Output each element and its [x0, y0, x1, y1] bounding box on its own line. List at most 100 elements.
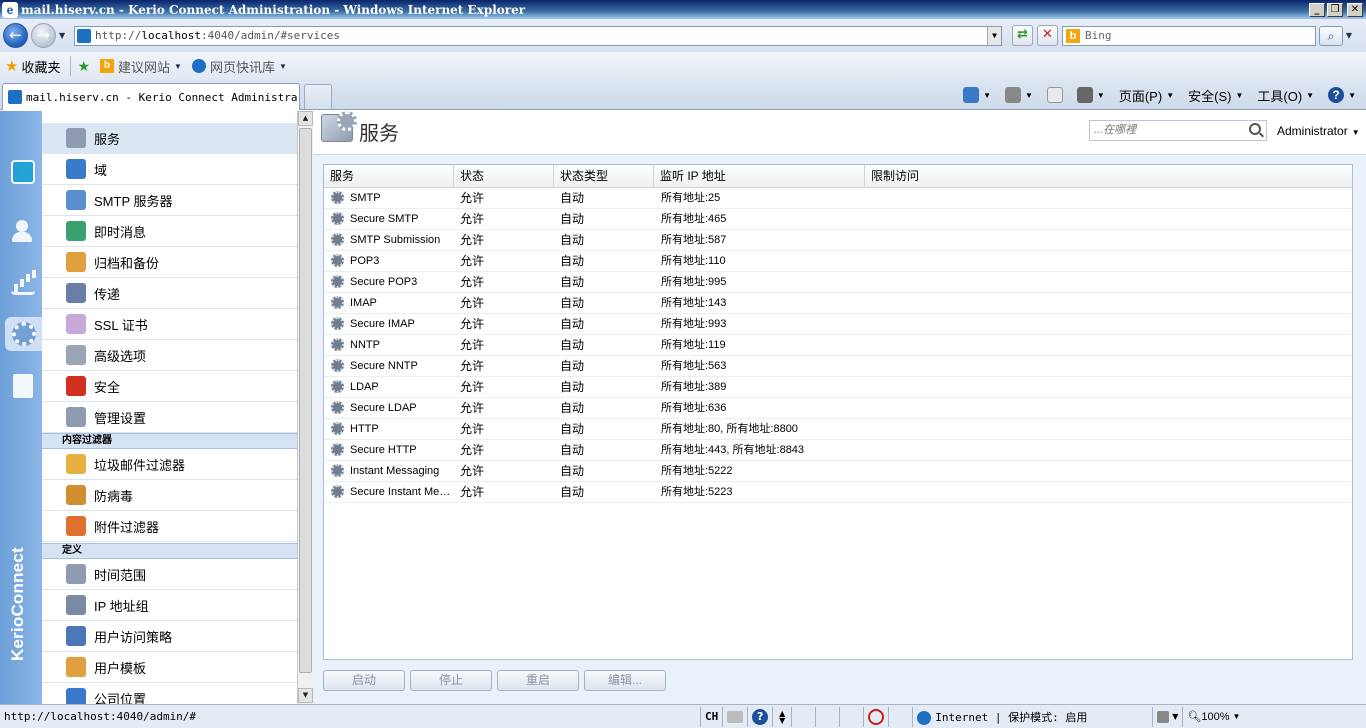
search-options-dropdown-icon[interactable]: ▼ [1343, 31, 1355, 40]
table-row[interactable]: POP3 允许 自动 所有地址:110 [324, 251, 1352, 272]
input-help-icon[interactable]: ? [747, 706, 772, 727]
search-button[interactable]: ⌕ [1319, 25, 1343, 46]
language-indicator[interactable]: CH [700, 706, 722, 727]
scroll-up-arrow-icon[interactable]: ▲ [298, 111, 313, 126]
table-row[interactable]: IMAP 允许 自动 所有地址:143 [324, 293, 1352, 314]
address-dropdown-icon[interactable]: ▼ [987, 26, 1001, 45]
close-window-button[interactable]: ✕ [1347, 2, 1363, 17]
rail-users[interactable] [6, 214, 40, 248]
home-button[interactable]: ▼ [963, 87, 991, 103]
nav-item-user-access-policy[interactable]: 用户访问策略 [42, 621, 297, 652]
nav-item-delivery[interactable]: 传递 [42, 278, 297, 309]
page-menu[interactable]: 页面(P) ▼ [1119, 86, 1174, 105]
table-row[interactable]: Secure Instant Messaging 允许 自动 所有地址:5223 [324, 482, 1352, 503]
forward-button[interactable]: → [31, 23, 56, 48]
zoom-control[interactable]: 🔍︎ 100% ▼ [1182, 706, 1244, 727]
nav-item-company-locations[interactable]: 公司位置 [42, 683, 297, 704]
table-row[interactable]: Instant Messaging 允许 自动 所有地址:5222 [324, 461, 1352, 482]
table-row[interactable]: Secure HTTP 允许 自动 所有地址:443, 所有地址:8843 [324, 440, 1352, 461]
protected-mode-icon[interactable]: ▼ [1152, 706, 1182, 727]
find-input[interactable]: ...在哪裡 [1089, 120, 1267, 141]
table-row[interactable]: SMTP 允许 自动 所有地址:25 [324, 188, 1352, 209]
table-row[interactable]: Secure SMTP 允许 自动 所有地址:465 [324, 209, 1352, 230]
nav-item-archive-backup[interactable]: 归档和备份 [42, 247, 297, 278]
rail-configuration[interactable] [5, 317, 42, 351]
feeds-button[interactable]: ▼ [1005, 87, 1033, 103]
cell-service: LDAP [350, 381, 379, 393]
suggested-sites-link[interactable]: 建议网站 [118, 57, 170, 76]
web-slice-gallery-link[interactable]: 网页快讯库 [210, 57, 275, 76]
column-header-state-type[interactable]: 状态类型 [554, 165, 654, 187]
nav-item-ip-address-groups[interactable]: IP 地址组 [42, 590, 297, 621]
nav-item-antivirus[interactable]: 防病毒 [42, 480, 297, 511]
maximize-button[interactable]: ❐ [1327, 2, 1343, 17]
nav-item-smtp-server[interactable]: SMTP 服务器 [42, 185, 297, 216]
column-header-listening-ip[interactable]: 监听 IP 地址 [654, 165, 865, 187]
cell-state-type: 自动 [560, 275, 585, 289]
scroll-down-arrow-icon[interactable]: ▼ [298, 688, 313, 703]
search-icon[interactable] [1249, 123, 1261, 135]
read-mail-button[interactable] [1046, 87, 1063, 103]
nav-item-domain[interactable]: 域 [42, 154, 297, 185]
start-button[interactable]: 启动 [323, 670, 405, 691]
nav-item-admin-settings[interactable]: 管理设置 [42, 402, 297, 433]
table-row[interactable]: NNTP 允许 自动 所有地址:119 [324, 335, 1352, 356]
nav-item-attachment-filter[interactable]: 附件过滤器 [42, 511, 297, 542]
cell-state: 允许 [460, 338, 485, 352]
printer-icon [1076, 87, 1093, 103]
tools-menu[interactable]: 工具(O) ▼ [1257, 86, 1314, 105]
rail-logs[interactable] [6, 369, 40, 403]
table-row[interactable]: Secure IMAP 允许 自动 所有地址:993 [324, 314, 1352, 335]
search-input[interactable]: b Bing [1062, 25, 1316, 46]
nav-item-spam-filter[interactable]: 垃圾邮件过滤器 [42, 449, 297, 480]
history-dropdown-icon[interactable]: ▼ [59, 31, 71, 40]
new-tab-button[interactable] [304, 84, 332, 109]
edit-button[interactable]: 编辑... [584, 670, 666, 691]
keyboard-icon[interactable] [722, 706, 747, 727]
stop-button[interactable]: ✕ [1037, 25, 1058, 46]
column-header-restrict-access[interactable]: 限制访问 [865, 165, 1352, 187]
column-header-state[interactable]: 状态 [454, 165, 554, 187]
add-to-favorites-bar-icon[interactable]: ★ [77, 58, 90, 75]
nav-item-instant-messaging[interactable]: 即时消息 [42, 216, 297, 247]
back-button[interactable]: ← [3, 23, 28, 48]
minimize-button[interactable]: _ [1309, 2, 1325, 17]
column-header-service[interactable]: 服务 [324, 165, 454, 187]
nav-item-user-templates[interactable]: 用户模板 [42, 652, 297, 683]
address-bar[interactable]: http://localhost:4040/admin/#services ▼ [74, 25, 1002, 46]
rail-statistics[interactable] [6, 266, 40, 300]
user-menu[interactable]: Administrator ▼ [1277, 124, 1360, 138]
nav-item-advanced-options[interactable]: 高级选项 [42, 340, 297, 371]
popup-blocked-icon[interactable] [863, 706, 888, 727]
nav-item-services[interactable]: 服务 [42, 123, 297, 154]
nav-item-security[interactable]: 安全 [42, 371, 297, 402]
table-row[interactable]: Secure NNTP 允许 自动 所有地址:563 [324, 356, 1352, 377]
print-button[interactable]: ▼ [1076, 87, 1105, 103]
restart-button[interactable]: 重启 [497, 670, 579, 691]
table-row[interactable]: Secure LDAP 允许 自动 所有地址:636 [324, 398, 1352, 419]
table-row[interactable]: Secure POP3 允许 自动 所有地址:995 [324, 272, 1352, 293]
web-slice-gallery-dropdown-icon[interactable]: ▼ [279, 62, 287, 71]
stop-service-button[interactable]: 停止 [410, 670, 492, 691]
address-url[interactable]: http://localhost:4040/admin/#services [95, 29, 987, 42]
cell-service: POP3 [350, 255, 380, 267]
nav-item-ssl-certificates[interactable]: SSL 证书 [42, 309, 297, 340]
favorites-bar: ★ 收藏夹 ★ b 建议网站 ▼ 网页快讯库 ▼ [0, 52, 1366, 80]
suggested-sites-dropdown-icon[interactable]: ▼ [174, 62, 182, 71]
table-row[interactable]: HTTP 允许 自动 所有地址:80, 所有地址:8800 [324, 419, 1352, 440]
table-row[interactable]: LDAP 允许 自动 所有地址:389 [324, 377, 1352, 398]
help-menu[interactable]: ? ▼ [1328, 87, 1356, 103]
nav-scrollbar[interactable]: ▲ ▼ [297, 111, 313, 704]
services-table: 服务 状态 状态类型 监听 IP 地址 限制访问 SMTP 允许 自动 所有地址:25… [323, 164, 1353, 660]
input-options-icon[interactable]: ▲ ▼ [772, 706, 791, 727]
nav-item-time-ranges[interactable]: 时间范围 [42, 559, 297, 590]
refresh-button[interactable]: ⇄ [1012, 25, 1033, 46]
rail-email[interactable] [6, 155, 40, 189]
table-row[interactable]: SMTP Submission 允许 自动 所有地址:587 [324, 230, 1352, 251]
scroll-thumb[interactable] [299, 128, 312, 673]
tab-kerio-admin[interactable]: mail.hiserv.cn - Kerio Connect Administr… [2, 83, 300, 110]
favorites-button[interactable]: 收藏夹 [21, 57, 60, 76]
safety-menu[interactable]: 安全(S) ▼ [1188, 86, 1243, 105]
security-zone[interactable]: Internet | 保护模式: 启用 [912, 706, 1152, 727]
table-header: 服务 状态 状态类型 监听 IP 地址 限制访问 [324, 165, 1352, 188]
